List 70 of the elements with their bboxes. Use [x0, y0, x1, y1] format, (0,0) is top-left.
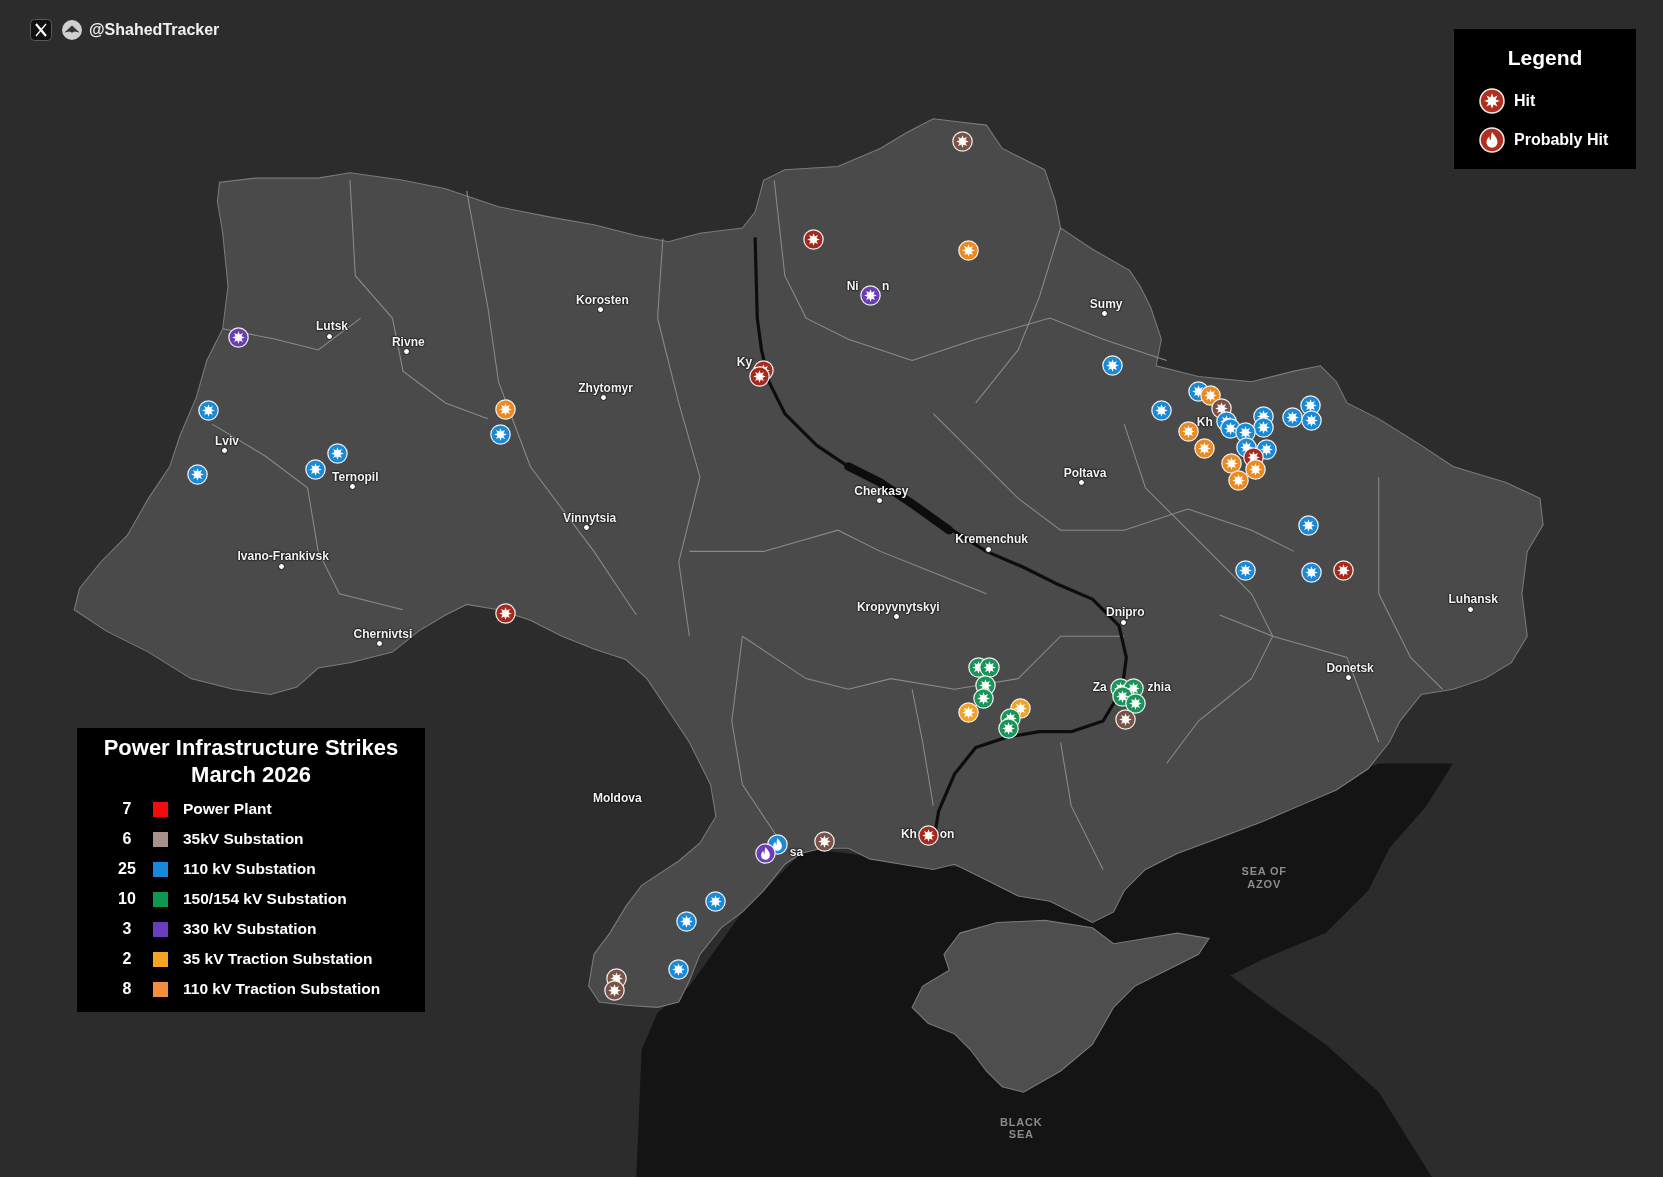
city-label: Ternopil [332, 471, 379, 484]
flame-marker-icon [1479, 127, 1505, 153]
summary-title: Power Infrastructure Strikes [102, 734, 400, 761]
map-label: on [939, 827, 955, 840]
map-label: Za [1092, 681, 1107, 694]
category-label: 150/154 kV Substation [183, 890, 347, 908]
city-label: Donetsk [1326, 662, 1374, 675]
city-dot-icon [1466, 606, 1474, 614]
account-handle: @ShahedTracker [89, 21, 220, 39]
map-label: Kh [1196, 416, 1213, 429]
strike-count: 6 [121, 830, 133, 848]
legend-title: Legend [1506, 46, 1584, 70]
map-label: Moldova [592, 791, 642, 804]
city-dot-icon [1119, 619, 1127, 627]
city-label: Zhytomyr [578, 382, 633, 395]
city-label: Dnipro [1105, 606, 1145, 618]
city-label: Poltava [1063, 467, 1107, 479]
strike-count: 25 [117, 860, 137, 878]
map-label: sa [789, 845, 804, 858]
city-dot-icon [875, 497, 883, 505]
city-dot-icon [348, 483, 356, 491]
sea-label: SEA OF AZOV [1240, 865, 1288, 891]
city-dot-icon [1100, 310, 1108, 318]
map-label: Kh [900, 827, 917, 840]
city-label: Sumy [1089, 298, 1123, 311]
sea-label: BLACK SEA [999, 1115, 1044, 1142]
city-dot-icon [277, 562, 285, 570]
city-label: Korosten [576, 294, 629, 307]
city-label: Cherkasy [854, 485, 909, 498]
city-label: Lutsk [316, 319, 348, 332]
city-dot-icon [1078, 479, 1086, 487]
legend-label: Probably Hit [1514, 131, 1609, 149]
city-dot-icon [985, 545, 992, 553]
legend-label: Hit [1514, 92, 1536, 110]
city-label: Lviv [215, 435, 239, 448]
map-label: n [881, 280, 890, 293]
category-label: 330 kV Substation [183, 920, 317, 938]
map-label: Ky [736, 355, 753, 368]
strike-count: 3 [121, 920, 133, 938]
city-dot-icon [402, 347, 410, 355]
burst-marker-icon [1479, 88, 1505, 114]
city-label: Ivano-Frankivsk [237, 549, 329, 562]
map-label: zhia [1147, 681, 1171, 694]
wing-logo-icon [62, 20, 82, 40]
city-label: Vinnytsia [563, 511, 617, 524]
category-label: 110 kV Substation [183, 860, 316, 878]
city-dot-icon [583, 523, 590, 531]
city-dot-icon [600, 394, 607, 402]
strike-count: 7 [121, 800, 133, 818]
city-dot-icon [376, 640, 384, 648]
city-label: Rivne [391, 335, 425, 348]
city-dot-icon [892, 612, 900, 620]
city-label: Kremenchuk [955, 532, 1028, 545]
category-label: Power Plant [183, 800, 272, 818]
city-dot-icon [596, 306, 604, 314]
city-label: Luhansk [1448, 593, 1498, 606]
strike-count: 8 [121, 980, 133, 998]
x-logo-icon [30, 19, 52, 41]
category-label: 110 kV Traction Substation [183, 980, 381, 998]
city-dot-icon [221, 447, 229, 455]
map-label: Ni [846, 280, 859, 293]
city-dot-icon [326, 332, 334, 340]
strike-count: 10 [117, 890, 137, 908]
city-label: Chernivtsi [353, 628, 413, 641]
city-dot-icon [1344, 674, 1352, 682]
category-label: 35 kV Traction Substation [183, 950, 373, 968]
category-label: 35kV Substation [183, 830, 304, 848]
strike-count: 2 [121, 950, 133, 968]
summary-subtitle: March 2026 [190, 761, 312, 788]
city-label: Kropyvnytskyi [856, 600, 940, 613]
